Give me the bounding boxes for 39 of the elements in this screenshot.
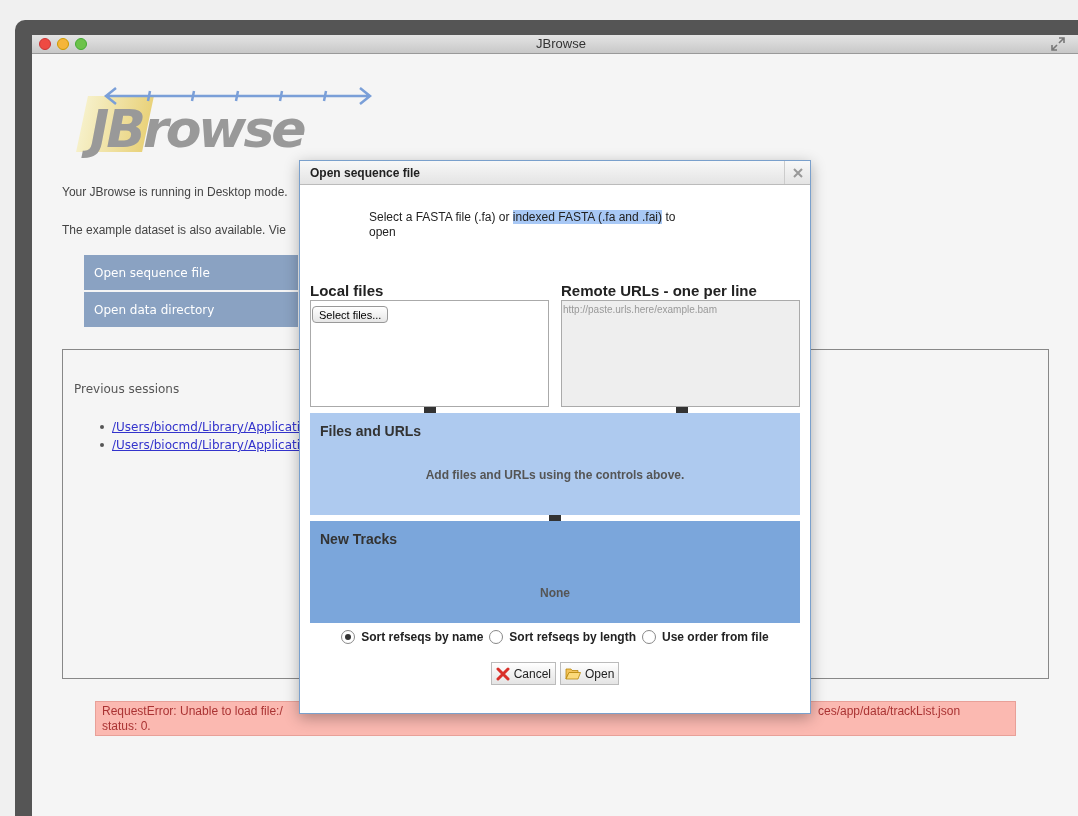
error-text: RequestError: Unable to load file:/ xyxy=(102,704,283,719)
window-title: JBrowse xyxy=(536,35,587,54)
x-icon xyxy=(495,666,510,681)
bullet-icon xyxy=(100,425,104,429)
radio-button[interactable] xyxy=(489,630,504,644)
close-window-icon[interactable] xyxy=(39,38,51,50)
radio-label: Sort refseqs by name xyxy=(361,629,484,646)
fullscreen-icon[interactable] xyxy=(1051,37,1065,51)
intro-text: Your JBrowse is running in Desktop mode. xyxy=(62,184,288,201)
maximize-window-icon[interactable] xyxy=(75,38,87,50)
error-status: status: 0. xyxy=(102,719,151,734)
local-files-heading: Local files xyxy=(310,282,385,300)
cancel-button[interactable]: Cancel xyxy=(490,662,556,685)
close-icon xyxy=(792,167,803,178)
session-link[interactable]: /Users/biocmd/Library/Applicati xyxy=(112,418,301,436)
radio-label: Use order from file xyxy=(662,629,769,646)
instruction-text: Select a FASTA file (.fa) or indexed FASTA (.fa and .fai) to open xyxy=(369,210,677,240)
dialog-title: Open sequence file xyxy=(309,164,422,182)
error-text: ces/app/data/trackList.json xyxy=(818,704,961,719)
splitter-handle[interactable] xyxy=(424,407,436,413)
tracks-pane-message: None xyxy=(539,585,571,602)
files-pane-title: Files and URLs xyxy=(320,422,423,441)
open-button[interactable]: Open xyxy=(560,662,620,685)
bullet-icon xyxy=(100,443,104,447)
tracks-pane-title: New Tracks xyxy=(320,530,399,549)
radio-button[interactable] xyxy=(642,630,656,644)
folder-icon xyxy=(565,667,581,680)
sessions-label: Previous sessions xyxy=(74,381,181,398)
splitter-handle[interactable] xyxy=(676,407,688,413)
radio-label: Sort refseqs by length xyxy=(509,629,636,646)
splitter-handle[interactable] xyxy=(549,515,561,521)
remote-urls-field[interactable]: http://paste.urls.here/example.bam xyxy=(561,300,800,407)
select-files-button[interactable]: Select files... xyxy=(312,306,389,323)
remote-urls-heading: Remote URLs - one per line xyxy=(561,282,758,300)
files-pane-message: Add files and URLs using the controls above. xyxy=(424,467,686,484)
minimize-window-icon[interactable] xyxy=(57,38,69,50)
session-link[interactable]: /Users/biocmd/Library/Applicati xyxy=(112,436,301,454)
example-note: The example dataset is also available. Vie xyxy=(62,222,286,239)
radio-button[interactable] xyxy=(341,630,356,644)
